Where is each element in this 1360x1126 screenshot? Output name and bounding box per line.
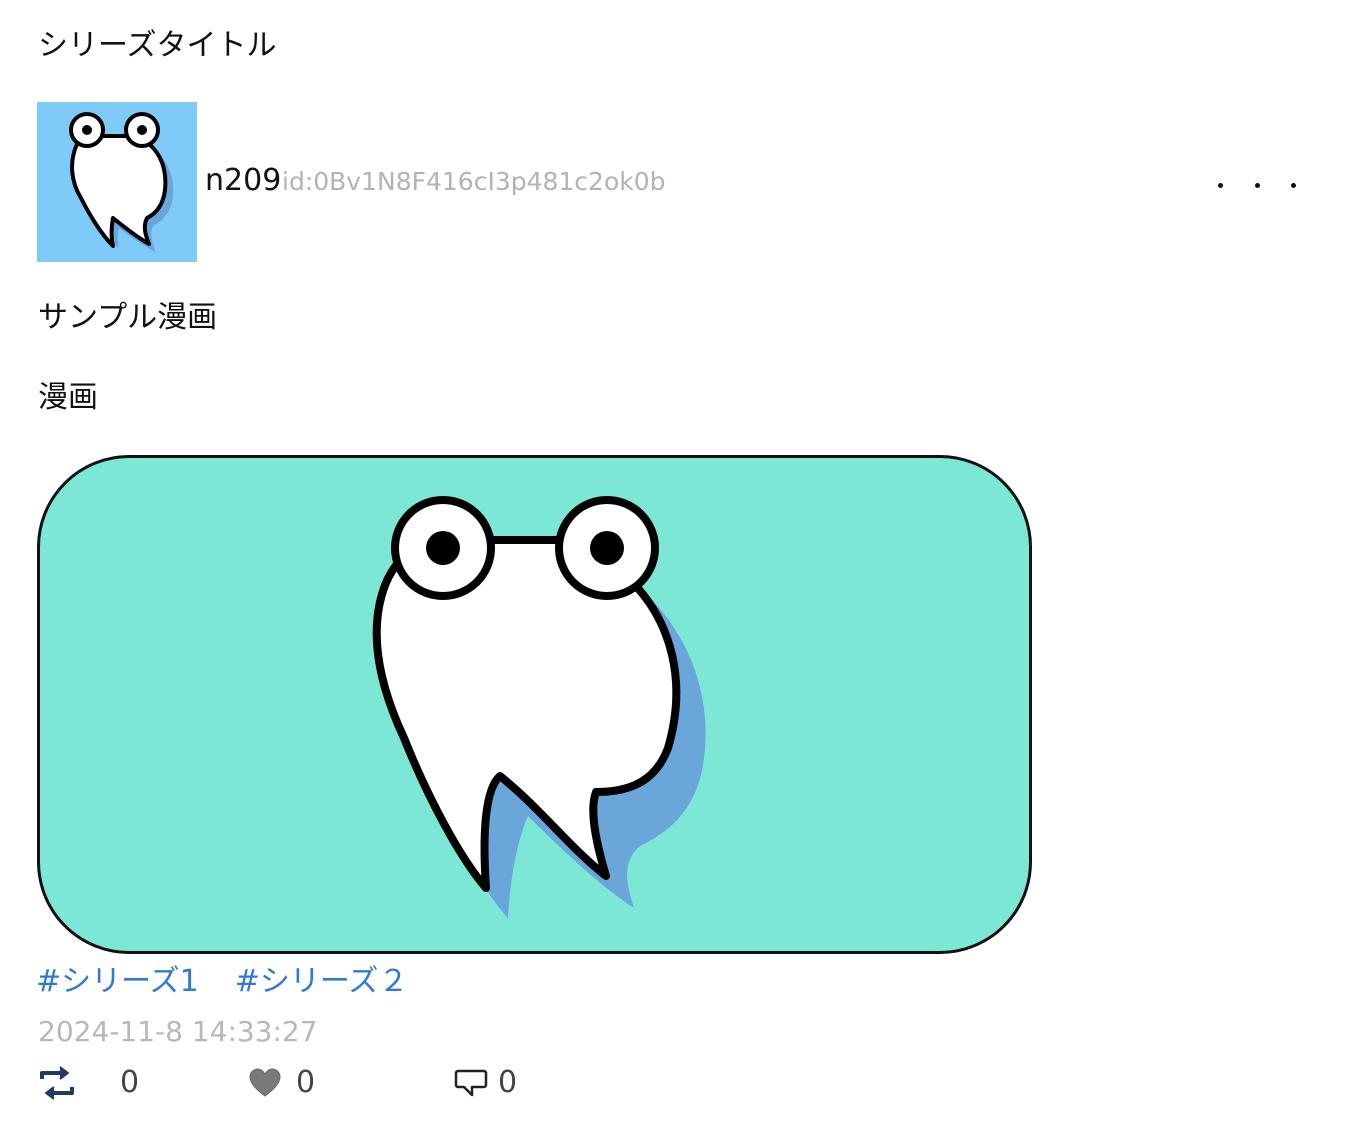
more-dots-icon (1218, 182, 1223, 188)
more-dots-icon (1291, 182, 1296, 188)
post-body: 漫画 (38, 380, 98, 415)
tag-list: #シリーズ1 #シリーズ２ (36, 962, 408, 1002)
repost-icon (40, 1066, 74, 1100)
tag-link[interactable]: #シリーズ２ (235, 962, 409, 1002)
like-count: 0 (296, 1065, 316, 1100)
post-timestamp: 2024-11-8 14:33:27 (38, 1015, 318, 1048)
tooth-mascot-icon (69, 112, 174, 252)
author-row: n209 id:0Bv1N8F416cI3p481c2ok0b (37, 102, 1317, 264)
more-options-button[interactable] (1212, 170, 1302, 200)
post-title: サンプル漫画 (38, 300, 218, 335)
tag-link[interactable]: #シリーズ1 (36, 962, 199, 1002)
reply-button[interactable]: 0 (454, 1058, 517, 1108)
speech-bubble-icon (454, 1069, 488, 1097)
post-page: シリーズタイトル n209 id:0Bv1N8F416cI3p481c2ok0b… (0, 0, 1360, 1126)
author-id: id:0Bv1N8F416cI3p481c2ok0b (282, 167, 666, 196)
action-bar: 0 0 0 (38, 1058, 638, 1108)
reply-count: 0 (498, 1065, 518, 1100)
like-button[interactable]: 0 (248, 1058, 315, 1108)
author-avatar[interactable] (37, 102, 197, 262)
series-title[interactable]: シリーズタイトル (38, 26, 277, 66)
repost-button[interactable]: 0 (38, 1058, 139, 1108)
repost-count: 0 (120, 1065, 140, 1100)
post-image[interactable] (37, 455, 1032, 954)
heart-icon (249, 1068, 281, 1097)
author-name[interactable]: n209 (205, 161, 281, 201)
tooth-mascot-icon (372, 496, 706, 918)
more-dots-icon (1254, 182, 1260, 188)
